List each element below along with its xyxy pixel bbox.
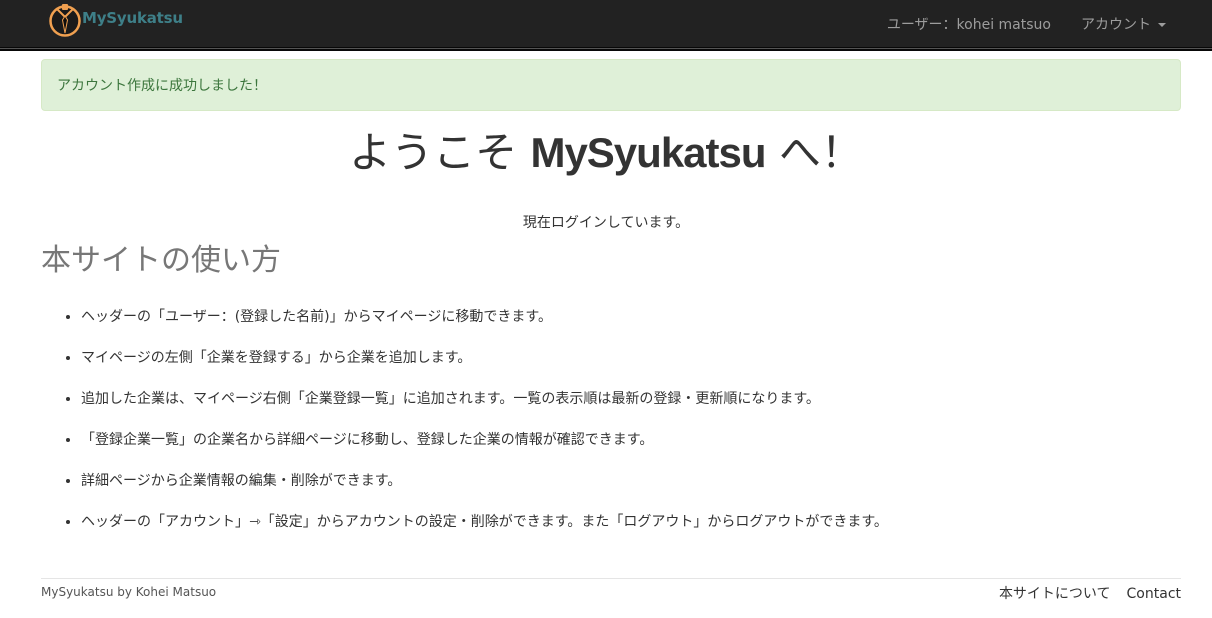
footer-credit: MySyukatsu by Kohei Matsuo: [41, 585, 217, 599]
welcome-title-suffix: へ！: [765, 128, 863, 177]
footer-links: 本サイトについて Contact: [983, 584, 1181, 604]
suit-and-tie-logo-icon: [49, 4, 81, 37]
usage-list-item: ヘッダーの「アカウント」⇾「設定」からアカウントの設定・削除ができます。また「ロ…: [81, 503, 888, 544]
usage-list: ヘッダーの「ユーザー：(登録した名前)」からマイページに移動できます。 マイペー…: [41, 298, 888, 544]
welcome-title-prefix: ようこそ: [349, 128, 531, 177]
navbar-right: ユーザー：kohei matsuo アカウント: [872, 0, 1212, 47]
brand-link[interactable]: MySyukatsu: [47, 1, 183, 37]
usage-list-item: 追加した企業は、マイページ右側「企業登録一覧」に追加されます。一覧の表示順は最新…: [81, 380, 888, 421]
welcome-title-brand: MySyukatsu: [530, 129, 766, 176]
footer-divider: [41, 578, 1181, 579]
about-site-link[interactable]: 本サイトについて: [999, 584, 1111, 604]
usage-list-item: 「登録企業一覧」の企業名から詳細ページに移動し、登録した企業の情報が確認できます…: [81, 421, 888, 462]
success-alert-message: アカウント作成に成功しました！: [57, 78, 267, 94]
usage-list-item: マイページの左側「企業を登録する」から企業を追加します。: [81, 339, 888, 380]
top-navbar: MySyukatsu ユーザー：kohei matsuo アカウント: [0, 0, 1212, 51]
brand-name: MySyukatsu: [82, 9, 183, 27]
contact-link[interactable]: Contact: [1127, 584, 1181, 604]
usage-heading: 本サイトの使い方: [41, 243, 281, 278]
user-mypage-link[interactable]: ユーザー：kohei matsuo: [872, 0, 1066, 47]
login-status-text: 現在ログインしています。: [522, 215, 690, 231]
caret-down-icon: [1158, 22, 1166, 27]
usage-list-item: 詳細ページから企業情報の編集・削除ができます。: [81, 462, 888, 503]
success-alert: アカウント作成に成功しました！: [41, 59, 1181, 111]
account-dropdown-label: アカウント: [1081, 16, 1151, 33]
welcome-title: ようこそ MySyukatsu へ！: [0, 124, 1212, 182]
usage-list-item: ヘッダーの「ユーザー：(登録した名前)」からマイページに移動できます。: [81, 298, 888, 339]
account-dropdown-toggle[interactable]: アカウント: [1066, 0, 1212, 47]
